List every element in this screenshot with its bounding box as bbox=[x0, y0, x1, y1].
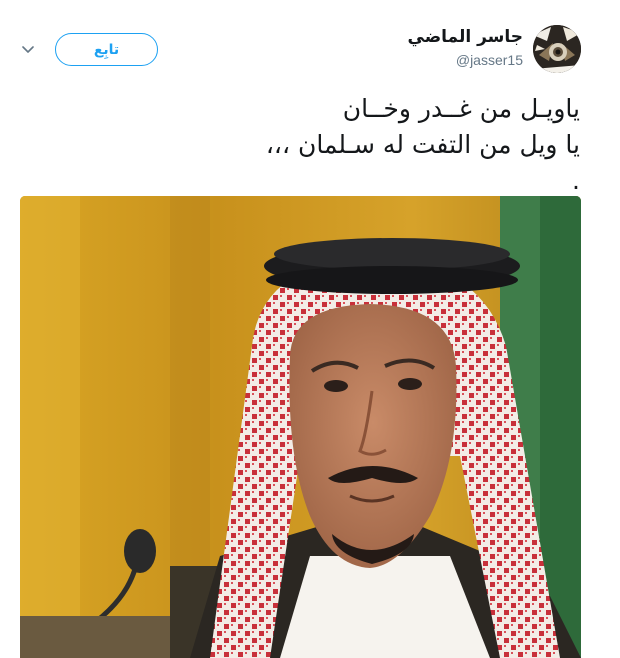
tweet-photo[interactable] bbox=[20, 196, 581, 658]
user-handle[interactable]: @jasser15 bbox=[456, 52, 523, 68]
follow-button[interactable]: تابِع bbox=[55, 33, 158, 66]
tweet-text-line: . bbox=[572, 166, 580, 195]
chevron-down-icon bbox=[22, 46, 34, 53]
avatar[interactable] bbox=[533, 25, 581, 73]
avatar-image bbox=[533, 25, 581, 73]
follow-button-label: تابِع bbox=[93, 41, 120, 58]
portrait-photo bbox=[20, 196, 581, 658]
user-display-name[interactable]: جاسر الماضي bbox=[408, 27, 523, 47]
tweet-card: جاسر الماضي @jasser15 تابِع ياويـل من غـ… bbox=[0, 0, 620, 658]
tweet-text-line: ياويـل من غــدر وخــان bbox=[342, 94, 580, 123]
tweet-text: ياويـل من غــدر وخــان يا ويل من التفت ل… bbox=[20, 91, 580, 199]
more-options-button[interactable] bbox=[18, 40, 38, 60]
tweet-text-line: يا ويل من التفت له سـلمان ،،، bbox=[265, 130, 580, 159]
